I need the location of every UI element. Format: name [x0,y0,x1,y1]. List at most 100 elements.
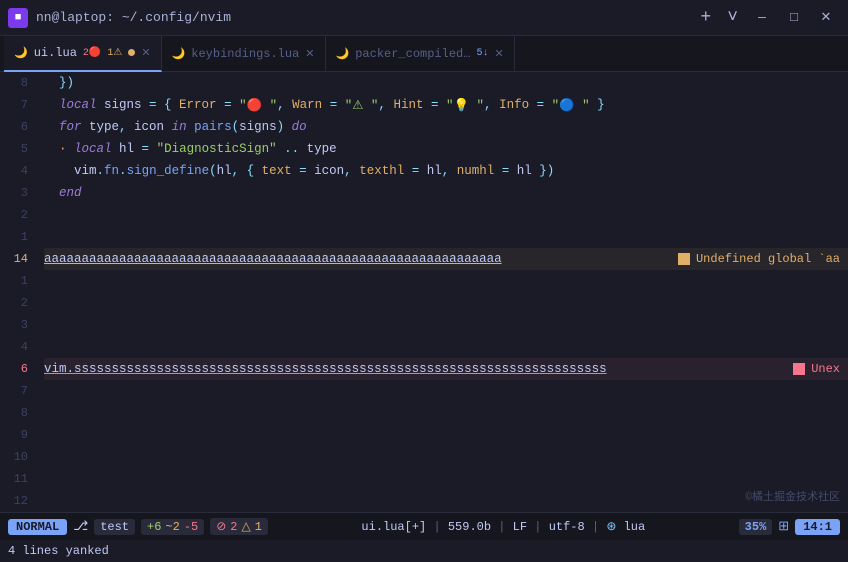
status-bar: NORMAL ⎇ test +6 ~2 -5 ⊘ 2 △ 1 ui.lua[+]… [0,512,848,540]
tab-label-ui-lua: ui.lua [34,46,77,60]
code-line-4: vim.fn.sign_define(hl, { text = icon, te… [44,160,848,182]
line-num-6b: 6 [8,358,28,380]
code-line-blank4 [44,292,848,314]
tab-icon-ui-lua: 🌙 [14,46,28,60]
line-num-blank4: 4 [8,336,28,358]
tab-icon-packer: 🌙 [336,47,350,61]
status-diagnostics: ⊘ 2 △ 1 [210,518,268,535]
code-line-blank1 [44,204,848,226]
position-icon: ⊞ [778,519,789,534]
status-encoding: utf-8 [549,520,585,534]
tab-label-packer: packer_compiled… [355,47,470,61]
code-line-6: for type, icon in pairs(signs) do [44,116,848,138]
git-branch-name: test [94,519,135,535]
line-num-10: 10 [8,446,28,468]
diag-error-text: Unex [811,362,840,376]
line-num-8b: 8 [8,402,28,424]
close-button[interactable]: ✕ [812,4,840,32]
status-warn-icon: △ [242,519,251,534]
line-num-14: 14 [8,248,28,270]
status-mode: NORMAL [8,519,67,535]
status-warn-count: 1 [255,520,262,534]
diff-change: ~2 [165,520,179,534]
tab-error-count: 2🔴 [83,47,101,59]
status-right: 35% ⊞ 14:1 [739,519,840,535]
editor-wrapper: 8 7 6 5 4 3 2 1 14 1 2 3 4 6 7 8 9 10 11… [0,72,848,512]
bottom-message-text: 4 lines yanked [8,544,109,558]
code-line-blank9 [44,424,848,446]
diag-error-icon [793,363,805,375]
tab-close-packer[interactable]: ✕ [494,47,503,61]
tab-icon-keybindings: 🌙 [172,47,186,61]
code-line-blank10 [44,446,848,468]
line-num-6: 6 [8,116,28,138]
status-filesize: 559.0b [448,520,491,534]
code-line-blank8 [44,402,848,424]
line-num-11: 11 [8,468,28,490]
window-title: nn@laptop: ~/.config/nvim [36,10,231,25]
diag-warn-text: Undefined global `aa [696,252,840,266]
tab-close-keybindings[interactable]: ✕ [305,47,314,61]
tab-packer-suffix: 5↓ [476,48,488,59]
line-num-blank3: 3 [8,314,28,336]
line-num-3: 3 [8,182,28,204]
code-line-14: W aaaaaaaaaaaaaaaaaaaaaaaaaaaaaaaaaaaaaa… [44,248,848,270]
status-separator2: | [498,520,512,534]
status-error-icon: ⊘ [216,519,226,534]
line-num-12: 12 [8,490,28,512]
tab-label-keybindings: keybindings.lua [191,47,299,61]
tab-warning-count: 1⚠ [107,47,122,59]
status-filename-text: ui.lua[+] [361,520,426,534]
filetype-icon: ⊛ [606,520,616,534]
title-bar: ■ nn@laptop: ~/.config/nvim + ˅ — □ ✕ [0,0,848,36]
line-num-9: 9 [8,424,28,446]
new-tab-button[interactable]: + [694,8,717,28]
line-num-4: 4 [8,160,28,182]
code-area: }) local signs = { Error = "🔴 ", Warn = … [36,72,848,512]
code-line-blank5 [44,314,848,336]
bottom-message: 4 lines yanked [0,540,848,562]
diag-error-msg: Unex [793,362,840,376]
code-line-blank2 [44,226,848,248]
line-num-2: 2 [8,204,28,226]
tab-packer-compiled[interactable]: 🌙 packer_compiled… 5↓ ✕ [326,36,515,72]
status-separator4: | [592,520,606,534]
tab-bar: 🌙 ui.lua 2🔴 1⚠ ✕ 🌙 keybindings.lua ✕ 🌙 p… [0,36,848,72]
code-line-blank11 [44,468,848,490]
window-icon: ■ [8,8,28,28]
code-line-3: end [44,182,848,204]
tab-close-ui-lua[interactable]: ✕ [141,46,150,60]
title-bar-left: ■ nn@laptop: ~/.config/nvim [8,8,231,28]
maximize-button[interactable]: □ [780,4,808,32]
line-num-blank2: 2 [8,292,28,314]
tab-ui-lua[interactable]: 🌙 ui.lua 2🔴 1⚠ ✕ [4,36,162,72]
diff-del: -5 [184,520,198,534]
line-num-blank1: 1 [8,270,28,292]
code-line-blank7 [44,380,848,402]
status-filetype: lua [624,520,646,534]
status-error-count: 2 [230,520,237,534]
code-line-blank3 [44,270,848,292]
code-line-8: }) [44,72,848,94]
title-bar-controls: + ˅ — □ ✕ [694,4,840,32]
line-num-7b: 7 [8,380,28,402]
status-filename: ui.lua[+] | 559.0b | LF | utf-8 | ⊛ lua [274,519,733,534]
code-line-5: · local hl = "DiagnosticSign" .. type [44,138,848,160]
diff-add: +6 [147,520,161,534]
tab-keybindings-lua[interactable]: 🌙 keybindings.lua ✕ [162,36,326,72]
minimize-button[interactable]: — [748,4,776,32]
tab-dropdown-button[interactable]: ˅ [721,8,744,28]
code-line-7: local signs = { Error = "🔴 ", Warn = "⚠ … [44,94,848,116]
status-cursor-position: 14:1 [795,519,840,535]
editor-content: 8 7 6 5 4 3 2 1 14 1 2 3 4 6 7 8 9 10 11… [0,72,848,512]
code-line-blank12 [44,490,848,512]
tab-modified-dot [128,49,135,56]
git-branch-icon: ⎇ [73,519,88,534]
line-num-5: 5 [8,138,28,160]
line-num-7: 7 [8,94,28,116]
code-line-blank6 [44,336,848,358]
status-separator1: | [433,520,447,534]
status-separator3: | [534,520,548,534]
line-num-8: 8 [8,72,28,94]
code-line-6-error: E vim.ssssssssssssssssssssssssssssssssss… [44,358,848,380]
